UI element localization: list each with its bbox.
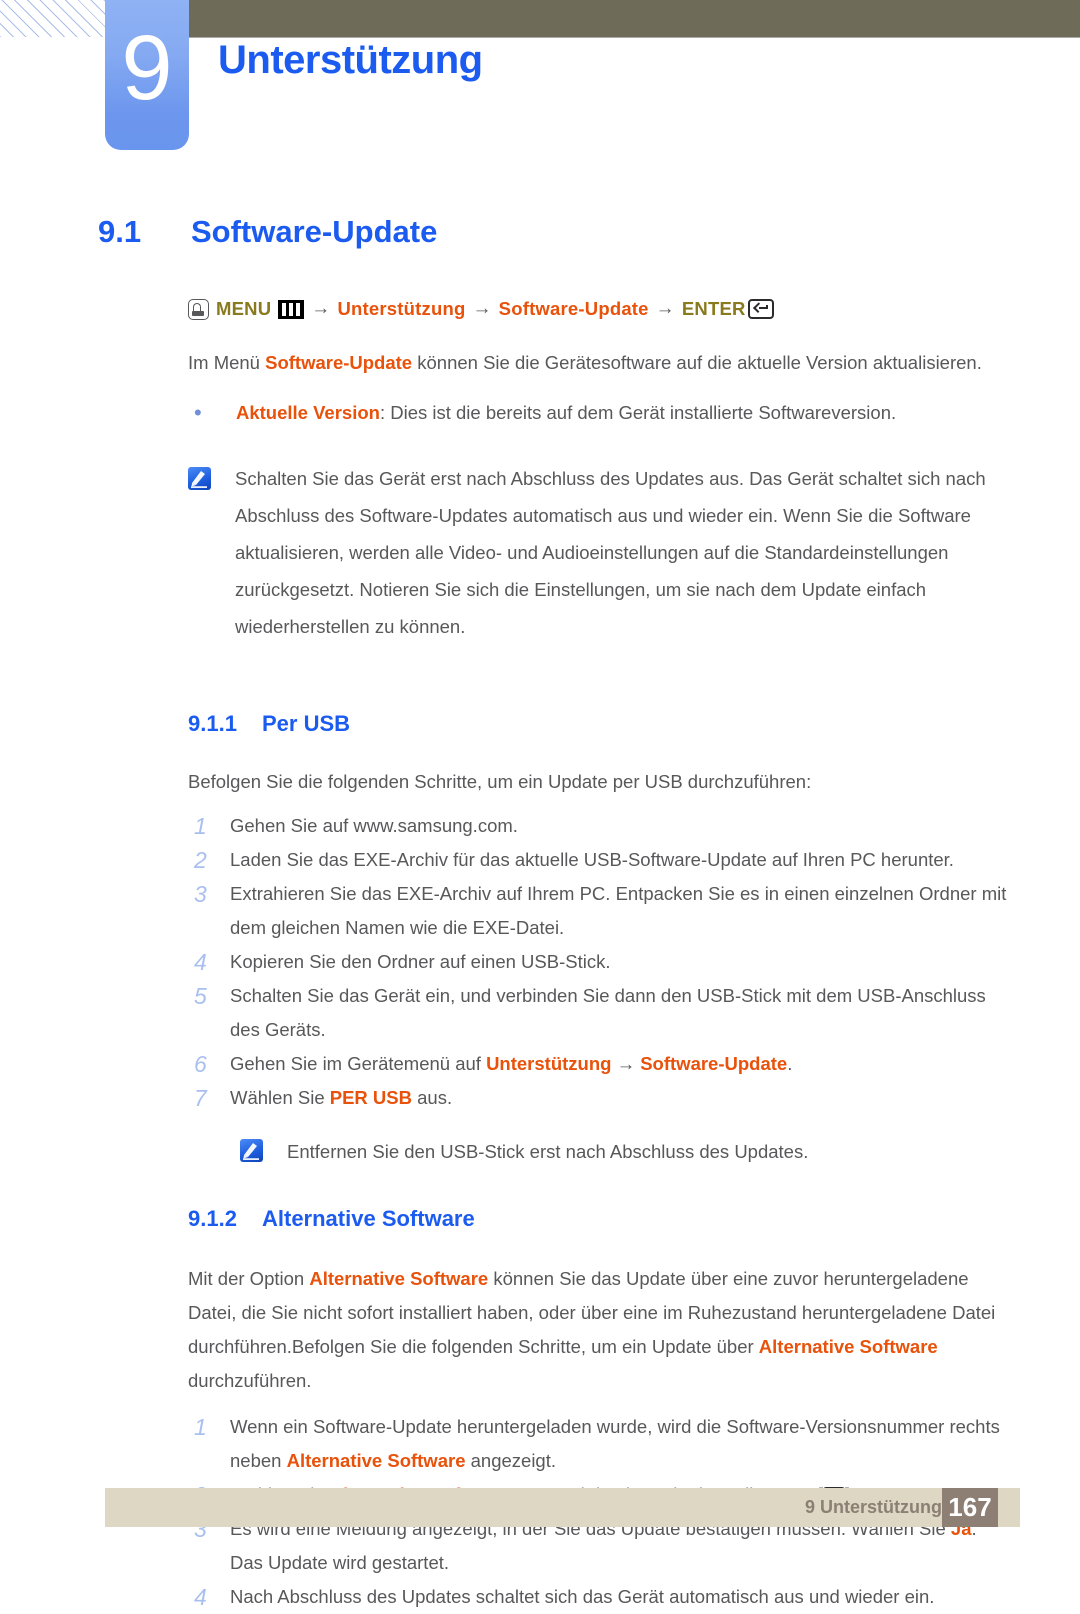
enter-key-icon	[747, 299, 774, 319]
list-item: 3 Extrahieren Sie das EXE-Archiv auf Ihr…	[188, 877, 1012, 945]
subsection-heading-911: 9.1.1 Per USB	[188, 711, 1012, 737]
step-text: Extrahieren Sie das EXE-Archiv auf Ihrem…	[230, 883, 1007, 938]
note-box-1: Schalten Sie das Gerät erst nach Abschlu…	[188, 460, 1012, 645]
step-text: Laden Sie das EXE-Archiv für das aktuell…	[230, 849, 954, 870]
menu-path-breadcrumb: MENU → Unterstützung → Software-Update →…	[188, 296, 1012, 322]
note-text-1: Schalten Sie das Gerät erst nach Abschlu…	[235, 468, 986, 637]
hand-press-icon	[188, 298, 209, 320]
page-footer: 9 Unterstützung 167	[105, 1488, 1020, 1527]
intro-text-2: können Sie die Gerätesoftware auf die ak…	[412, 352, 982, 373]
step-text: Kopieren Sie den Ordner auf einen USB-St…	[230, 951, 611, 972]
step-number: 6	[194, 1051, 207, 1077]
subsection-911-intro: Befolgen Sie die folgenden Schritte, um …	[188, 771, 812, 792]
enter-label: ENTER	[681, 298, 746, 319]
step-highlight-1: PER USB	[329, 1087, 412, 1108]
chapter-title: Unterstützung	[218, 38, 483, 82]
subsection-title-912: Alternative Software	[262, 1206, 475, 1231]
path-arrow-3: →	[655, 298, 675, 319]
list-item: 6 Gehen Sie im Gerätemenü auf Unterstütz…	[188, 1047, 1012, 1081]
menu-bars-icon	[278, 299, 305, 319]
step-text: Gehen Sie im Gerätemenü auf Unterstützun…	[230, 1047, 1012, 1081]
step-arrow: →	[611, 1053, 641, 1074]
subsection-number-912: 9.1.2	[188, 1206, 237, 1231]
step-number: 7	[194, 1085, 207, 1111]
path-arrow-1: →	[311, 298, 331, 319]
intro-paragraph: Im Menü Software-Update können Sie die G…	[188, 346, 1012, 380]
list-item: 4 Nach Abschluss des Updates schaltet si…	[188, 1580, 1012, 1614]
step-highlight-2: Software-Update	[640, 1053, 788, 1074]
path-arrow-2: →	[472, 298, 492, 319]
step-text-post: aus.	[412, 1087, 453, 1108]
section-title: Software-Update	[191, 214, 438, 249]
step-number: 4	[194, 949, 207, 975]
note-pencil-icon	[188, 467, 211, 490]
step-number: 4	[194, 1584, 207, 1610]
hatch-decoration	[0, 0, 118, 37]
path-item-unterstuetzung: Unterstützung	[337, 298, 466, 319]
page-number: 167	[942, 1488, 998, 1527]
list-item: 4 Kopieren Sie den Ordner auf einen USB-…	[188, 945, 1012, 979]
step-text-pre: Gehen Sie im Gerätemenü auf	[230, 1053, 487, 1074]
step-number: 5	[194, 983, 207, 1009]
subsection-title-911: Per USB	[262, 711, 351, 736]
page-header: 9 Unterstützung	[0, 0, 1080, 170]
header-bar	[188, 0, 1080, 37]
subsection-number-911: 9.1.1	[188, 711, 237, 736]
list-item: 1 Gehen Sie auf www.samsung.com.	[188, 809, 1012, 843]
para-a-pre: Mit der Option	[188, 1268, 310, 1289]
subsection-heading-912: 9.1.2 Alternative Software	[188, 1206, 1012, 1232]
intro-text-1: Im Menü	[188, 352, 266, 373]
bullet-text: Aktuelle Version: Dies ist die bereits a…	[236, 396, 896, 430]
subsection-912-paragraph-a: Mit der Option Alternative Software könn…	[188, 1262, 1012, 1398]
step-text: Wenn ein Software-Update heruntergeladen…	[230, 1410, 1012, 1478]
para-b-pre: Befolgen Sie die folgenden Schritte, um …	[291, 1336, 759, 1357]
chapter-number-badge: 9	[105, 0, 189, 150]
path-item-software-update: Software-Update	[498, 298, 649, 319]
list-item: 5 Schalten Sie das Gerät ein, und verbin…	[188, 979, 1012, 1047]
step-number: 1	[194, 1414, 207, 1440]
step-highlight-1: Unterstützung	[486, 1053, 612, 1074]
step-text: Wählen Sie PER USB aus.	[230, 1081, 1012, 1115]
step-text-pre: Wählen Sie	[230, 1087, 330, 1108]
note-pencil-icon	[240, 1139, 263, 1162]
step-text-post: angezeigt.	[465, 1450, 556, 1471]
bullet-marker: •	[194, 400, 202, 425]
menu-label: MENU	[216, 298, 272, 319]
note-box-2: Entfernen Sie den USB-Stick erst nach Ab…	[188, 1133, 1012, 1170]
step-number: 3	[194, 881, 207, 907]
section-heading: 9.1 Software-Update	[98, 214, 437, 250]
step-number: 1	[194, 813, 207, 839]
list-item: 7 Wählen Sie PER USB aus.	[188, 1081, 1012, 1115]
step-highlight: Alternative Software	[286, 1450, 466, 1471]
list-item: 2 Laden Sie das EXE-Archiv für das aktue…	[188, 843, 1012, 877]
list-item: 1 Wenn ein Software-Update heruntergelad…	[188, 1410, 1012, 1478]
step-text: Schalten Sie das Gerät ein, und verbinde…	[230, 985, 986, 1040]
step-text: Nach Abschluss des Updates schaltet sich…	[230, 1586, 935, 1607]
step-text-post: .	[787, 1053, 793, 1074]
para-a-highlight: Alternative Software	[309, 1268, 489, 1289]
para-b-highlight: Alternative Software	[758, 1336, 938, 1357]
bullet-highlight: Aktuelle Version	[236, 402, 380, 423]
section-number: 9.1	[98, 214, 142, 249]
para-b-post: durchzuführen.	[188, 1370, 312, 1391]
note-text-2: Entfernen Sie den USB-Stick erst nach Ab…	[287, 1141, 809, 1162]
content-column: MENU → Unterstützung → Software-Update →…	[188, 296, 1012, 1614]
step-text: Gehen Sie auf www.samsung.com.	[230, 815, 518, 836]
bullet-rest: : Dies ist die bereits auf dem Gerät ins…	[379, 402, 897, 423]
intro-highlight: Software-Update	[265, 352, 413, 373]
footer-chapter-label: 9 Unterstützung	[805, 1497, 942, 1517]
step-number: 2	[194, 847, 207, 873]
bullet-item-aktuelle-version: • Aktuelle Version: Dies ist die bereits…	[188, 396, 1012, 430]
